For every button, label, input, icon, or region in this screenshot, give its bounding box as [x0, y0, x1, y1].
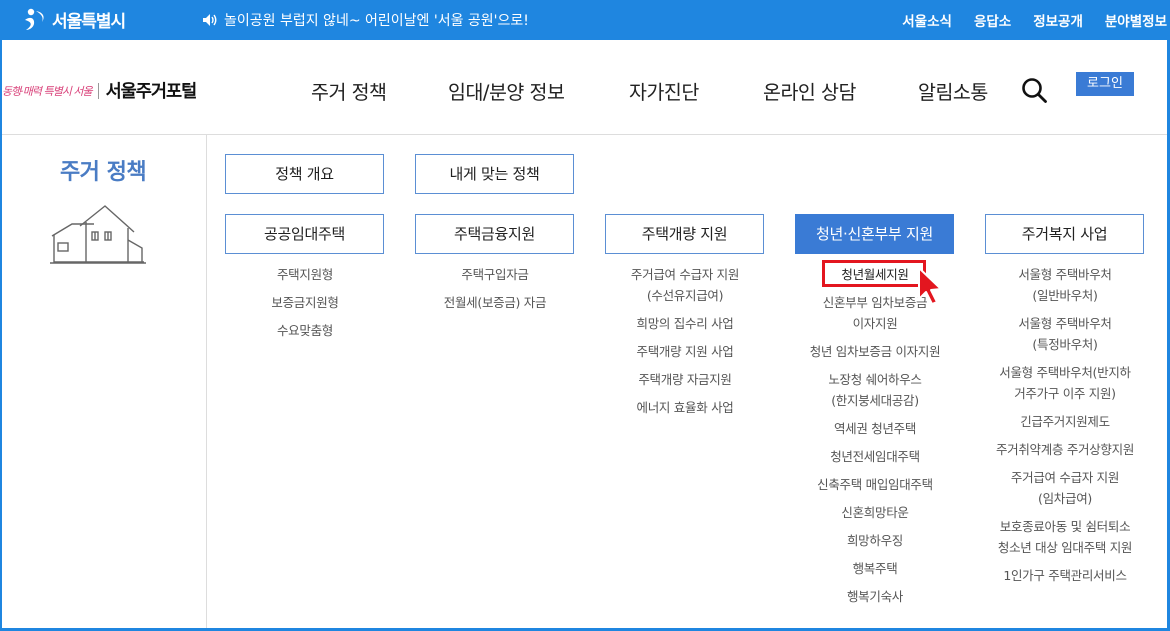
housing-improvement-button[interactable]: 주택개량 지원 — [605, 214, 764, 254]
housing-improvement-list: 주거급여 수급자 지원 (수선유지급여) 희망의 집수리 사업 주택개량 지원 … — [585, 264, 785, 425]
public-rental-button[interactable]: 공공임대주택 — [225, 214, 384, 254]
list-item[interactable]: 주택구입자금 — [395, 264, 595, 285]
list-item[interactable]: 전월세(보증금) 자금 — [395, 292, 595, 313]
my-policy-button[interactable]: 내게 맞는 정책 — [415, 154, 574, 194]
nav-self-diagnosis[interactable]: 자가진단 — [629, 76, 699, 105]
sidebar-title: 주거 정책 — [59, 160, 147, 185]
list-item[interactable]: 청년 임차보증금 이자지원 — [775, 341, 975, 362]
housing-finance-list: 주택구입자금 전월세(보증금) 자금 — [395, 264, 595, 320]
notice-text: 놀이공원 부럽지 않네~ 어린이날엔 '서울 공원'으로! — [224, 13, 529, 29]
list-item[interactable]: 1인가구 주택관리서비스 — [965, 565, 1165, 586]
seoul-logo-text: 서울특별시 — [52, 11, 126, 32]
top-bar: 서울특별시 놀이공원 부럽지 않네~ 어린이날엔 '서울 공원'으로! 서울소식… — [0, 0, 1170, 40]
list-item[interactable]: 주거급여 수급자 지원 (임차급여) — [965, 467, 1165, 509]
link-info-disclosure[interactable]: 정보공개 — [1033, 10, 1083, 30]
list-item[interactable]: 에너지 효율화 사업 — [585, 397, 785, 418]
list-item[interactable]: 역세권 청년주택 — [775, 418, 975, 439]
list-item[interactable]: 서울형 주택바우처 (일반바우처) — [965, 264, 1165, 306]
nav-housing-policy[interactable]: 주거 정책 — [311, 76, 387, 105]
housing-welfare-button[interactable]: 주거복지 사업 — [985, 214, 1144, 254]
nav-rent-sale-info[interactable]: 임대/분양 정보 — [448, 76, 565, 105]
list-item[interactable]: 주거급여 수급자 지원 (수선유지급여) — [585, 264, 785, 306]
list-item[interactable]: 수요맞춤형 — [205, 320, 405, 341]
list-item[interactable]: 주택개량 지원 사업 — [585, 341, 785, 362]
speaker-icon — [203, 14, 217, 26]
policy-overview-button[interactable]: 정책 개요 — [225, 154, 384, 194]
house-icon — [50, 205, 146, 264]
list-item[interactable]: 긴급주거지원제도 — [965, 411, 1165, 432]
housing-finance-button[interactable]: 주택금융지원 — [415, 214, 574, 254]
notice-banner[interactable]: 놀이공원 부럽지 않네~ 어린이날엔 '서울 공원'으로! — [202, 10, 529, 30]
list-item[interactable]: 청년전세임대주택 — [775, 446, 975, 467]
youth-newlywed-button[interactable]: 청년·신혼부부 지원 — [795, 214, 954, 254]
list-item[interactable]: 희망하우징 — [775, 530, 975, 551]
main-nav: 주거 정책 임대/분양 정보 자가진단 온라인 상담 알림소통 — [0, 76, 1170, 106]
list-item[interactable]: 행복주택 — [775, 558, 975, 579]
list-item[interactable]: 신혼부부 임차보증금 이자지원 — [775, 292, 975, 334]
list-item[interactable]: 희망의 집수리 사업 — [585, 313, 785, 334]
public-rental-list: 주택지원형 보증금지원형 수요맞춤형 — [205, 264, 405, 348]
link-field-info[interactable]: 분야별정보 — [1105, 10, 1167, 30]
youth-monthly-rent-item[interactable]: 청년월세지원 — [775, 264, 975, 285]
cursor-arrow-icon — [918, 267, 942, 305]
list-item[interactable]: 보증금지원형 — [205, 292, 405, 313]
list-item[interactable]: 신혼희망타운 — [775, 502, 975, 523]
list-item[interactable]: 서울형 주택바우처 (특정바우처) — [965, 313, 1165, 355]
login-button[interactable]: 로그인 — [1076, 72, 1134, 96]
housing-welfare-list: 서울형 주택바우처 (일반바우처) 서울형 주택바우처 (특정바우처) 서울형 … — [965, 264, 1165, 593]
nav-notice[interactable]: 알림소통 — [918, 76, 988, 105]
list-item[interactable]: 주택개량 자금지원 — [585, 369, 785, 390]
list-item[interactable]: 서울형 주택바우처(반지하 거주가구 이주 지원) — [965, 362, 1165, 404]
list-item[interactable]: 보호종료아동 및 쉼터퇴소 청소년 대상 임대주택 지원 — [965, 516, 1165, 558]
youth-newlywed-list: 청년월세지원 신혼부부 임차보증금 이자지원 청년 임차보증금 이자지원 노장청… — [775, 264, 975, 614]
seoul-logo-icon — [25, 8, 44, 30]
link-seoul-news[interactable]: 서울소식 — [902, 10, 952, 30]
top-links: 서울소식 응답소 정보공개 분야별정보 — [880, 10, 1167, 30]
list-item[interactable]: 신축주택 매입임대주택 — [775, 474, 975, 495]
list-item[interactable]: 노장청 쉐어하우스 (한지붕세대공감) — [775, 369, 975, 411]
list-item[interactable]: 주거취약계층 주거상향지원 — [965, 439, 1165, 460]
nav-online-consult[interactable]: 온라인 상담 — [763, 76, 856, 105]
list-item[interactable]: 주택지원형 — [205, 264, 405, 285]
search-icon[interactable] — [1020, 76, 1048, 104]
list-item[interactable]: 행복기숙사 — [775, 586, 975, 607]
seoul-logo[interactable]: 서울특별시 — [22, 6, 126, 32]
link-eungdapso[interactable]: 응답소 — [974, 10, 1011, 30]
site-header: 동행·매력 특별시 서울 서울주거포털 주거 정책 임대/분양 정보 자가진단 … — [0, 40, 1170, 135]
sidebar: 주거 정책 — [0, 134, 207, 628]
